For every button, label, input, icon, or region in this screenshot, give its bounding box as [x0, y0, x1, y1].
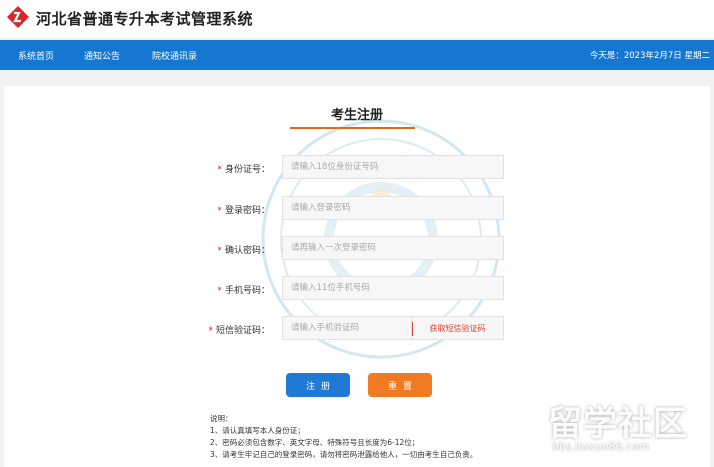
phone-input[interactable]: [282, 276, 504, 300]
nav-item-directory[interactable]: 院校通讯录: [152, 49, 197, 62]
instructions-heading: 说明：: [210, 414, 233, 423]
confirm-password-input[interactable]: [282, 236, 504, 260]
register-button[interactable]: 注册: [286, 373, 350, 397]
password-label: * 登录密码：: [217, 206, 270, 216]
get-sms-code-button[interactable]: 获取短信验证码: [412, 316, 504, 340]
nav-item-notices[interactable]: 通知公告: [84, 49, 120, 62]
phone-label: * 手机号码：: [217, 286, 270, 296]
instructions-line: 3、请考生牢记自己的登录密码，请勿将密码泄露给他人，一切由考生自己负责。: [210, 450, 478, 459]
watermark-badge-url: bbs.liuxue86.com: [552, 440, 650, 453]
watermark-badge-text: 留学社区: [548, 404, 688, 444]
instructions-line: 2、密码必须包含数字、英文字母、特殊符号且长度为6-12位；: [210, 438, 420, 447]
nav-item-home[interactable]: 系统首页: [18, 49, 54, 62]
confirm-password-label: * 确认密码：: [217, 246, 270, 256]
site-title: 河北省普通专升本考试管理系统: [36, 10, 254, 28]
top-nav: 系统首页 通知公告 院校通讯录 今天是：2023年2月7日 星期二: [0, 40, 714, 70]
instructions-line: 1、请认真填写本人身份证；: [210, 426, 305, 435]
form-title: 考生注册: [330, 108, 383, 123]
sms-code-label: * 短信验证码：: [208, 326, 270, 336]
id-number-input[interactable]: [282, 155, 504, 179]
logo-icon: [7, 6, 29, 28]
current-date: 今天是：2023年2月7日 星期二: [589, 51, 710, 61]
site-header: 河北省普通专升本考试管理系统: [0, 0, 714, 38]
password-input[interactable]: [282, 196, 504, 220]
reset-button[interactable]: 重置: [368, 373, 432, 397]
title-underline: [290, 127, 415, 129]
instructions: 说明： 1、请认真填写本人身份证； 2、密码必须包含数字、英文字母、特殊符号且长…: [210, 413, 477, 461]
sms-code-input[interactable]: [282, 316, 412, 340]
id-number-label: * 身份证号：: [217, 165, 270, 175]
